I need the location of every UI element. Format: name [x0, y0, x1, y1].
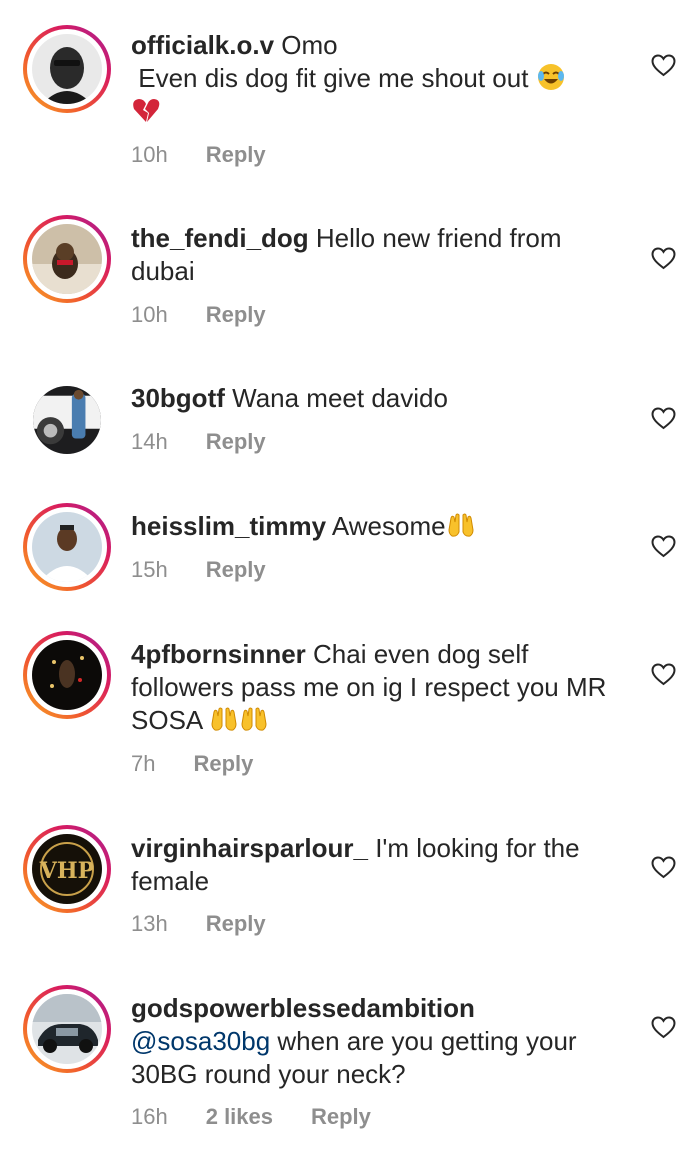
- comment-meta: 13h Reply: [131, 910, 304, 938]
- comment-meta: 14h Reply: [131, 428, 304, 456]
- comment-time: 10h: [131, 302, 168, 327]
- comment-text: heisslim_timmy Awesome: [131, 510, 621, 543]
- avatar[interactable]: [23, 25, 111, 113]
- avatar-image: [32, 640, 102, 710]
- comment-meta: 10h Reply: [131, 301, 304, 329]
- comment-text: godspowerblessedambition @sosa30bg when …: [131, 992, 621, 1091]
- comment-body-line-2: Even dis dog fit give me shout out: [131, 63, 536, 93]
- reply-button[interactable]: Reply: [206, 429, 266, 454]
- comment-mention-link[interactable]: @sosa30bg: [131, 1026, 270, 1056]
- reply-button[interactable]: Reply: [206, 142, 266, 167]
- like-heart-icon[interactable]: [651, 535, 676, 558]
- avatar-image: [32, 512, 102, 582]
- comment-body-line-1: Omo: [274, 30, 338, 60]
- comment-text: officialk.o.v Omo Even dis dog fit give …: [131, 29, 621, 128]
- broken-heart-icon: [131, 95, 161, 125]
- comment-text: 30bgotf Wana meet davido: [131, 382, 621, 415]
- face-with-tears-of-joy-icon: [536, 62, 566, 92]
- comment-username[interactable]: 30bgotf: [131, 383, 225, 413]
- like-heart-icon[interactable]: [651, 1016, 676, 1039]
- comment-body: Awesome: [326, 511, 446, 541]
- comment-text: the_fendi_dog Hello new friend from duba…: [131, 222, 621, 288]
- comment-body: Wana meet davido: [224, 383, 448, 413]
- avatar[interactable]: [23, 376, 111, 464]
- like-heart-icon[interactable]: [651, 663, 676, 686]
- avatar-image: VHP: [32, 834, 102, 904]
- reply-button[interactable]: Reply: [206, 557, 266, 582]
- avatar[interactable]: [23, 985, 111, 1073]
- reply-button[interactable]: Reply: [311, 1104, 371, 1129]
- comment-time: 16h: [131, 1104, 168, 1129]
- comment-meta: 7h Reply: [131, 750, 291, 778]
- raising-hands-icon: [446, 510, 476, 540]
- comment-time: 15h: [131, 557, 168, 582]
- comment-text: 4pfbornsinner Chai even dog self followe…: [131, 638, 621, 737]
- comment-username[interactable]: 4pfbornsinner: [131, 639, 306, 669]
- avatar[interactable]: [23, 503, 111, 591]
- raising-hands-icon: [239, 704, 269, 734]
- comment-time: 10h: [131, 142, 168, 167]
- comment-time: 13h: [131, 911, 168, 936]
- avatar-image: [32, 34, 102, 104]
- comment-username[interactable]: the_fendi_dog: [131, 223, 309, 253]
- avatar-image: [32, 224, 102, 294]
- like-heart-icon[interactable]: [651, 247, 676, 270]
- avatar-image: [33, 386, 101, 454]
- comment-meta: 10h Reply: [131, 141, 304, 169]
- avatar[interactable]: [23, 631, 111, 719]
- avatar[interactable]: [23, 215, 111, 303]
- like-heart-icon[interactable]: [651, 407, 676, 430]
- avatar[interactable]: VHP: [23, 825, 111, 913]
- comment-username[interactable]: heisslim_timmy: [131, 511, 326, 541]
- comment-time: 14h: [131, 429, 168, 454]
- comment-meta: 16h 2 likes Reply: [131, 1103, 409, 1131]
- reply-button[interactable]: Reply: [206, 911, 266, 936]
- like-heart-icon[interactable]: [651, 54, 676, 77]
- reply-button[interactable]: Reply: [206, 302, 266, 327]
- comment-username[interactable]: virginhairsparlour_: [131, 833, 368, 863]
- likes-count-button[interactable]: 2 likes: [206, 1104, 273, 1129]
- comment-text: virginhairsparlour_ I'm looking for the …: [131, 832, 621, 898]
- like-heart-icon[interactable]: [651, 856, 676, 879]
- comment-meta: 15h Reply: [131, 556, 304, 584]
- raising-hands-icon: [209, 704, 239, 734]
- svg-text:VHP: VHP: [39, 858, 94, 884]
- comment-username[interactable]: godspowerblessedambition: [131, 993, 475, 1023]
- avatar-image: [32, 994, 102, 1064]
- comment-time: 7h: [131, 751, 156, 776]
- comment-username[interactable]: officialk.o.v: [131, 30, 274, 60]
- reply-button[interactable]: Reply: [193, 751, 253, 776]
